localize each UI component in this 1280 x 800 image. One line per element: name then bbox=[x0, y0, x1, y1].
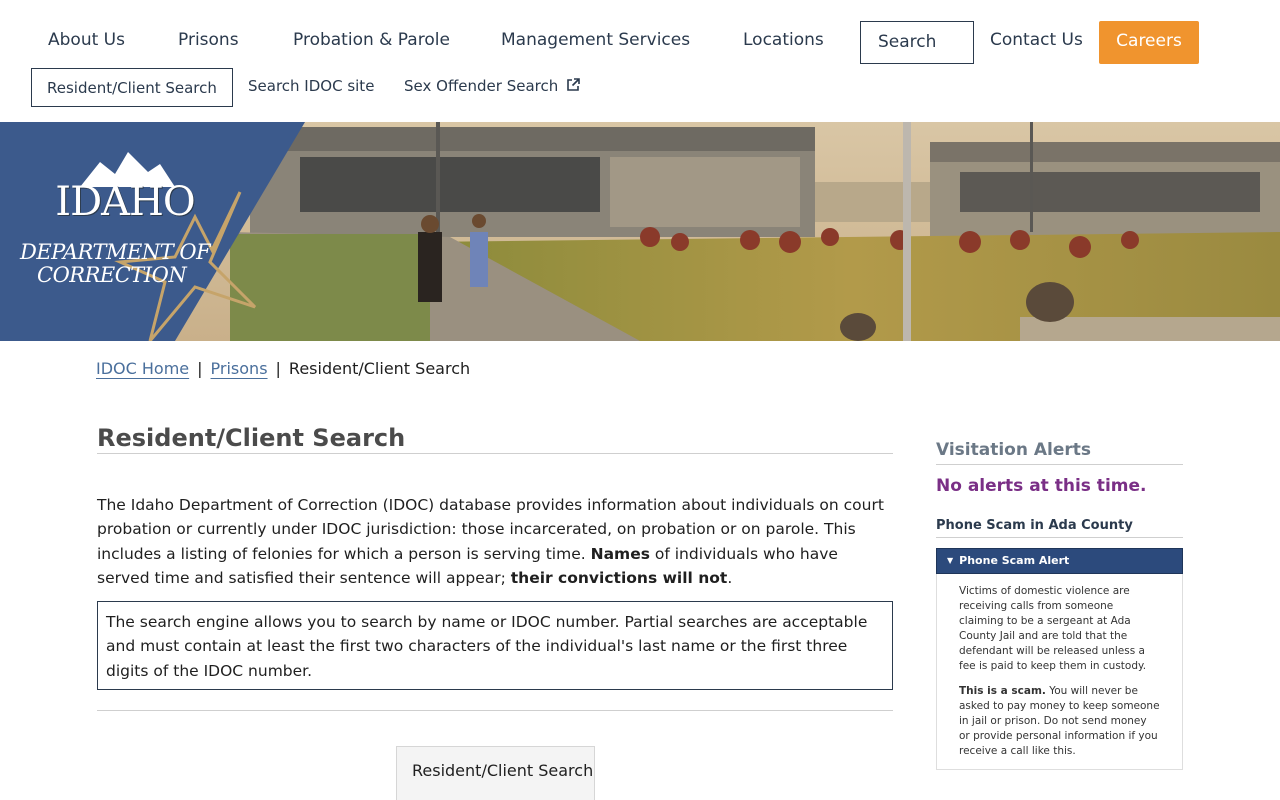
nav-locations[interactable]: Locations bbox=[743, 30, 824, 50]
resident-client-search-tab[interactable]: Resident/Client Search bbox=[396, 746, 595, 800]
phone-scam-accordion-toggle[interactable]: ▼ Phone Scam Alert bbox=[936, 548, 1183, 574]
phone-scam-heading: Phone Scam in Ada County bbox=[936, 518, 1133, 533]
breadcrumb-current: Resident/Client Search bbox=[288, 359, 471, 378]
scam-paragraph-1: Victims of domestic violence are receivi… bbox=[959, 585, 1147, 672]
subnav-sex-offender-search[interactable]: Sex Offender Search bbox=[404, 77, 581, 95]
scam-warning-bold: This is a scam. bbox=[959, 685, 1046, 697]
nav-probation-parole[interactable]: Probation & Parole bbox=[293, 30, 450, 50]
scam-paragraph-2: This is a scam. You will never be asked … bbox=[959, 684, 1160, 759]
careers-button[interactable]: Careers bbox=[1099, 21, 1199, 64]
intro-names: Names bbox=[590, 544, 650, 563]
intro-convictions: their convictions will not bbox=[510, 568, 728, 587]
hero-banner: IDAHO DEPARTMENT OF CORRECTION bbox=[0, 122, 1280, 341]
nav-management-services[interactable]: Management Services bbox=[501, 30, 690, 50]
nav-prisons[interactable]: Prisons bbox=[178, 30, 239, 50]
breadcrumb: IDOC Home | Prisons | Resident/Client Search bbox=[96, 359, 470, 378]
accordion-title: Phone Scam Alert bbox=[959, 554, 1070, 567]
intro-text-c: . bbox=[727, 568, 733, 587]
page-title: Resident/Client Search bbox=[97, 424, 406, 452]
no-alerts-message: No alerts at this time. bbox=[936, 476, 1147, 496]
logo-idaho: IDAHO bbox=[55, 179, 195, 225]
logo-correction: CORRECTION bbox=[37, 263, 187, 287]
logo-department-of: DEPARTMENT OF bbox=[20, 240, 211, 264]
subnav-sex-offender-label: Sex Offender Search bbox=[404, 77, 559, 95]
idoc-logo[interactable]: IDAHO DEPARTMENT OF CORRECTION bbox=[20, 182, 235, 286]
breadcrumb-prisons-link[interactable]: Prisons bbox=[211, 359, 268, 378]
nav-about-us[interactable]: About Us bbox=[48, 30, 125, 50]
search-instructions-box: The search engine allows you to search b… bbox=[97, 601, 893, 690]
breadcrumb-separator: | bbox=[197, 359, 203, 378]
intro-paragraph: The Idaho Department of Correction (IDOC… bbox=[97, 493, 893, 590]
breadcrumb-separator: | bbox=[275, 359, 281, 378]
caret-down-icon: ▼ bbox=[947, 556, 954, 565]
nav-contact-us[interactable]: Contact Us bbox=[990, 30, 1083, 50]
divider bbox=[936, 464, 1183, 465]
breadcrumb-home-link[interactable]: IDOC Home bbox=[96, 359, 189, 378]
divider bbox=[97, 710, 893, 711]
subnav-search-idoc-site[interactable]: Search IDOC site bbox=[248, 77, 374, 95]
visitation-alerts-heading: Visitation Alerts bbox=[936, 440, 1092, 460]
external-link-icon bbox=[567, 78, 581, 91]
subnav-resident-client-search[interactable]: Resident/Client Search bbox=[31, 68, 233, 107]
divider bbox=[936, 537, 1183, 538]
nav-search[interactable]: Search bbox=[860, 21, 974, 64]
phone-scam-accordion-body: Victims of domestic violence are receivi… bbox=[936, 574, 1183, 770]
divider bbox=[97, 453, 893, 454]
